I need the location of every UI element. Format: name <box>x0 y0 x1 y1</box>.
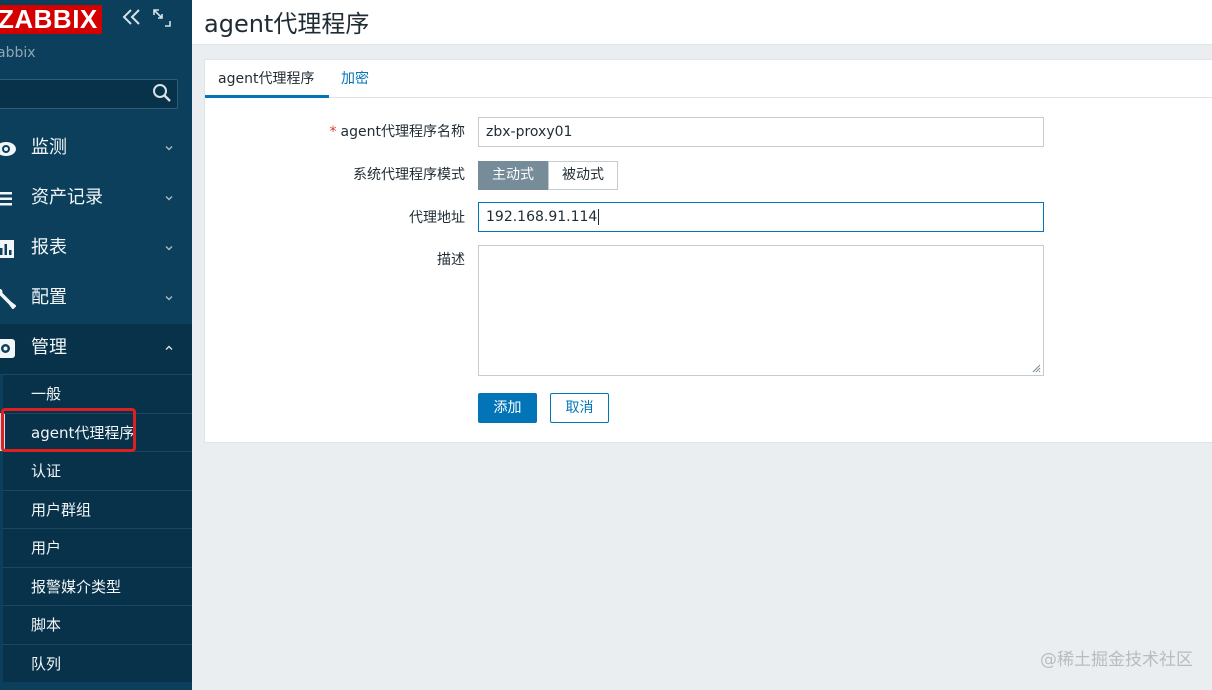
description-textarea[interactable] <box>478 245 1044 376</box>
proxy-address-value: 192.168.91.114 <box>486 209 598 225</box>
cancel-button[interactable]: 取消 <box>550 393 609 423</box>
proxy-name-input[interactable]: zbx-proxy01 <box>478 117 1044 147</box>
mode-active-option[interactable]: 主动式 <box>478 161 548 190</box>
eye-icon <box>0 142 16 156</box>
watermark: @稀土掘金技术社区 <box>1040 650 1193 670</box>
server-name: abbix <box>0 45 36 61</box>
menu-item-administration[interactable]: 管理 <box>0 324 192 374</box>
proxy-mode-label: 系统代理程序模式 <box>353 167 465 183</box>
menu-label: 监测 <box>31 137 67 158</box>
submenu-item-users[interactable]: 用户 <box>0 528 192 567</box>
submenu-item-authentication[interactable]: 认证 <box>0 451 192 490</box>
add-button[interactable]: 添加 <box>478 393 537 423</box>
expand-icon <box>153 9 171 27</box>
submenu-label: 用户群组 <box>31 500 92 519</box>
description-label: 描述 <box>437 252 465 268</box>
menu-item-reports[interactable]: 报表 <box>0 224 192 274</box>
collapse-sidebar-button[interactable] <box>120 6 142 30</box>
chevron-down-icon <box>165 296 173 301</box>
gear-icon <box>0 339 15 358</box>
proxy-name-label: * agent代理程序名称 <box>165 123 465 141</box>
chevron-up-icon <box>165 345 173 350</box>
kiosk-mode-button[interactable] <box>153 9 171 27</box>
double-chevron-left-icon <box>122 9 140 25</box>
submenu-label: 脚本 <box>31 616 62 634</box>
wrench-icon <box>0 289 16 309</box>
required-mark: * <box>329 124 337 140</box>
submenu-label: 一般 <box>31 385 62 403</box>
search-icon[interactable] <box>151 82 173 104</box>
menu-item-inventory[interactable]: 资产记录 <box>0 174 192 224</box>
text-cursor <box>598 209 600 225</box>
bar-chart-icon <box>0 240 14 258</box>
page-header: agent代理程序 <box>192 0 1212 45</box>
menu-label: 配置 <box>31 287 67 308</box>
resize-handle-icon[interactable] <box>1031 363 1041 373</box>
chevron-down-icon <box>165 146 173 151</box>
menu-label: 资产记录 <box>31 187 103 208</box>
tab-encryption[interactable]: 加密 <box>341 70 369 88</box>
submenu-label: 用户 <box>31 539 62 557</box>
submenu-item-scripts[interactable]: 脚本 <box>0 605 192 644</box>
proxy-name-label-text: agent代理程序名称 <box>340 124 465 140</box>
proxy-mode-toggle: 主动式 被动式 <box>478 161 618 190</box>
list-icon <box>0 192 12 206</box>
menu-label: 报表 <box>31 237 67 258</box>
proxy-name-value: zbx-proxy01 <box>486 124 573 140</box>
submenu-item-user-groups[interactable]: 用户群组 <box>0 489 192 528</box>
proxy-address-input[interactable]: 192.168.91.114 <box>478 202 1044 232</box>
menu-item-monitoring[interactable]: 监测 <box>0 124 192 174</box>
mode-passive-option[interactable]: 被动式 <box>548 161 618 190</box>
submenu-item-general[interactable]: 一般 <box>0 374 192 413</box>
menu-item-configuration[interactable]: 配置 <box>0 274 192 324</box>
chevron-down-icon <box>165 196 173 201</box>
tab-bar: agent代理程序 加密 <box>205 60 1212 98</box>
active-tab-indicator <box>205 95 329 98</box>
main-menu: 监测 资产记录 报表 配置 管理 <box>0 124 192 374</box>
sidebar: ZABBIX abbix 监测 资产记录 报表 配置 管理 一般 agent代理… <box>0 0 192 690</box>
submenu-label: 认证 <box>31 462 62 480</box>
menu-label: 管理 <box>31 337 67 358</box>
submenu-item-media-types[interactable]: 报警媒介类型 <box>0 566 192 605</box>
submenu-label: 队列 <box>31 654 62 673</box>
tab-proxy[interactable]: agent代理程序 <box>218 70 314 88</box>
annotation-highlight-box <box>1 408 136 452</box>
proxy-address-label: 代理地址 <box>409 210 465 226</box>
submenu-item-queue[interactable]: 队列 <box>0 643 192 682</box>
zabbix-logo[interactable]: ZABBIX <box>0 5 102 34</box>
submenu-label: 报警媒介类型 <box>31 577 122 596</box>
page-title: agent代理程序 <box>204 10 370 38</box>
